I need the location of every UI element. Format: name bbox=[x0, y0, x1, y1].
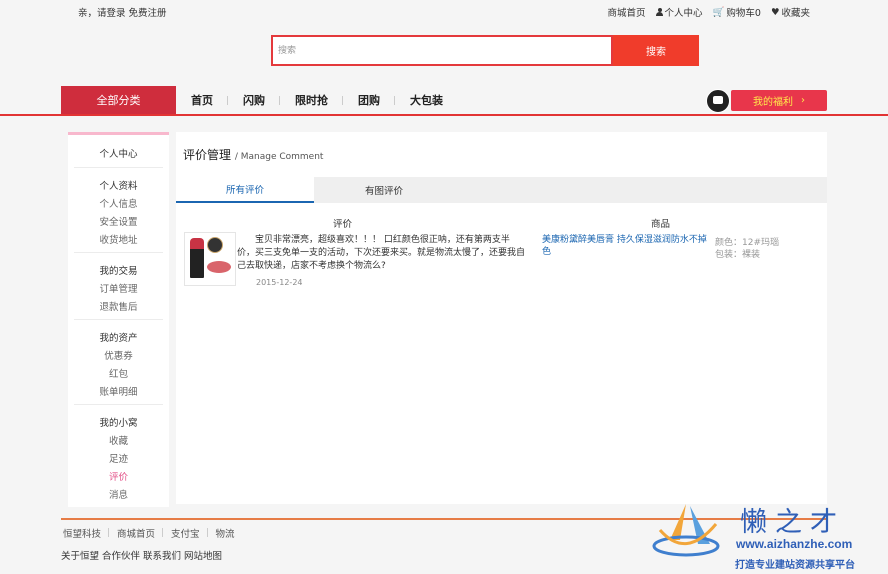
lipstick-image bbox=[190, 238, 204, 278]
sidebar: 个人中心 个人资料 个人信息 安全设置 收货地址 我的交易 订单管理 退款售后 … bbox=[68, 132, 169, 507]
nav-big-pack[interactable]: 大包装 bbox=[395, 92, 458, 108]
nav-home[interactable]: 首页 bbox=[176, 92, 228, 108]
divider bbox=[74, 167, 163, 168]
login-link[interactable]: 亲，请登录 bbox=[78, 8, 126, 19]
heart-icon: ♥ bbox=[770, 6, 780, 18]
search-box bbox=[271, 35, 613, 66]
watermark-logo-icon bbox=[652, 504, 720, 557]
favorites-link[interactable]: ♥ 收藏夹 bbox=[770, 5, 810, 20]
mall-home-link[interactable]: 商城首页 bbox=[608, 5, 646, 19]
search-button[interactable]: 搜索 bbox=[613, 35, 699, 66]
sidebar-item-orders[interactable]: 订单管理 bbox=[68, 281, 169, 295]
cart-link[interactable]: 🛒 购物车0 bbox=[712, 5, 761, 20]
sidebar-item-red-packets[interactable]: 红包 bbox=[68, 366, 169, 380]
divider bbox=[74, 319, 163, 320]
divider bbox=[74, 252, 163, 253]
my-welfare-button[interactable]: 我的福利 › bbox=[731, 90, 827, 111]
sidebar-head-profile: 个人资料 bbox=[99, 181, 138, 192]
sidebar-title[interactable]: 个人中心 bbox=[68, 146, 169, 160]
sidebar-head-nest: 我的小窝 bbox=[99, 418, 138, 429]
brand-logo-image bbox=[207, 237, 223, 253]
watermark-slogan: 打造专业建站资源共享平台 bbox=[735, 560, 855, 571]
sidebar-item-reviews[interactable]: 评价 bbox=[68, 469, 169, 483]
review-text: 宝贝非常漂亮，超级喜欢！！！ 口红颜色很正呐，还有第两支半价，买三支免单一支的活… bbox=[237, 235, 526, 271]
page-title-text: 评价管理 bbox=[183, 148, 232, 162]
nav-flash-sale[interactable]: 闪购 bbox=[228, 92, 280, 108]
sidebar-item-address[interactable]: 收货地址 bbox=[68, 232, 169, 246]
footer-link-alipay[interactable]: 支付宝 bbox=[163, 526, 208, 540]
sidebar-head-assets: 我的资产 bbox=[99, 333, 138, 344]
all-categories-button[interactable]: 全部分类 bbox=[61, 86, 176, 114]
avatar[interactable] bbox=[706, 89, 730, 113]
page-subtitle: / Manage Comment bbox=[234, 152, 324, 162]
goods-name-link[interactable]: 美康粉黛醉美唇膏 持久保湿滋润防水不掉色 bbox=[542, 234, 708, 258]
footer-about-links[interactable]: 关于恒望 合作伙伴 联系我们 网站地图 bbox=[61, 548, 222, 562]
sidebar-item-security[interactable]: 安全设置 bbox=[68, 214, 169, 228]
sidebar-head-trade: 我的交易 bbox=[99, 266, 138, 277]
register-link[interactable]: 免费注册 bbox=[129, 8, 167, 19]
tab-all-reviews[interactable]: 所有评价 bbox=[176, 177, 314, 203]
login-links: 亲，请登录 免费注册 bbox=[78, 5, 167, 19]
footer-link-home[interactable]: 商城首页 bbox=[109, 526, 164, 540]
user-icon bbox=[655, 8, 663, 16]
mall-home-label: 商城首页 bbox=[607, 8, 646, 19]
cart-icon: 🛒 bbox=[712, 6, 725, 18]
main-panel: 评价管理 / Manage Comment 所有评价 有图评价 评价 商品 宝贝… bbox=[176, 132, 827, 504]
favorites-label: 收藏夹 bbox=[781, 8, 810, 19]
watermark-title: 懒之才 bbox=[740, 507, 845, 538]
review-tabs: 所有评价 有图评价 bbox=[176, 177, 827, 203]
product-thumbnail[interactable] bbox=[184, 232, 236, 286]
footer-link-company[interactable]: 恒望科技 bbox=[61, 526, 110, 540]
column-header-review: 评价 bbox=[333, 219, 353, 230]
watermark-url: www.aizhanzhe.com bbox=[736, 537, 853, 551]
nav-limited-time[interactable]: 限时抢 bbox=[280, 92, 343, 108]
sidebar-item-refunds[interactable]: 退款售后 bbox=[68, 299, 169, 313]
page-title: 评价管理 / Manage Comment bbox=[183, 146, 323, 163]
top-right-links: 商城首页 个人中心 🛒 购物车0 ♥ 收藏夹 bbox=[608, 5, 810, 20]
sidebar-item-favorites[interactable]: 收藏 bbox=[68, 433, 169, 447]
cart-label: 购物车0 bbox=[726, 8, 761, 19]
footer-links: 恒望科技 商城首页 支付宝 物流 bbox=[61, 526, 243, 540]
sidebar-item-bills[interactable]: 账单明细 bbox=[68, 384, 169, 398]
review-date: 2015-12-24 bbox=[256, 278, 303, 287]
sidebar-item-coupons[interactable]: 优惠券 bbox=[68, 348, 169, 362]
sidebar-item-footprints[interactable]: 足迹 bbox=[68, 451, 169, 465]
divider bbox=[74, 404, 163, 405]
user-center-label: 个人中心 bbox=[664, 8, 703, 19]
tab-photo-reviews[interactable]: 有图评价 bbox=[314, 177, 454, 203]
lips-image bbox=[207, 261, 231, 273]
welfare-label: 我的福利 bbox=[753, 97, 793, 108]
column-header-goods: 商品 bbox=[651, 219, 671, 230]
goods-package-attr: 包装：裸装 bbox=[715, 250, 761, 260]
sidebar-item-personal-info[interactable]: 个人信息 bbox=[68, 196, 169, 210]
user-center-link[interactable]: 个人中心 bbox=[655, 5, 703, 19]
nav-links: 首页 闪购 限时抢 团购 大包装 bbox=[176, 86, 458, 114]
chevron-right-icon: › bbox=[801, 95, 805, 106]
search-input[interactable] bbox=[273, 37, 583, 64]
nav-group-buy[interactable]: 团购 bbox=[343, 92, 395, 108]
footer-link-logistics[interactable]: 物流 bbox=[208, 526, 243, 540]
sidebar-item-messages[interactable]: 消息 bbox=[68, 487, 169, 501]
